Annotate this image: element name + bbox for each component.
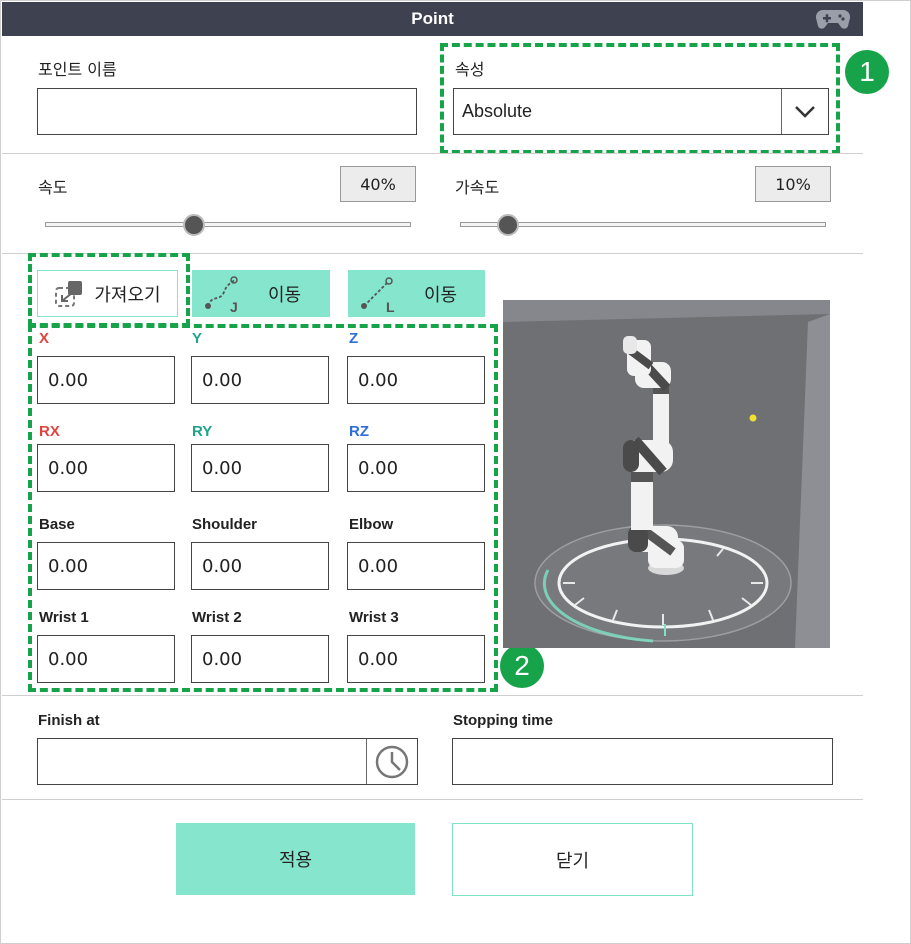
speed-slider-thumb[interactable] — [183, 214, 205, 236]
title-bar: Point — [2, 2, 863, 36]
dialog-title: Point — [411, 9, 454, 28]
callout-box-fetch — [28, 253, 190, 327]
gamepad-icon[interactable] — [815, 7, 851, 31]
divider — [2, 799, 863, 800]
linear-move-icon: L — [361, 276, 395, 314]
finish-at-input[interactable] — [37, 738, 418, 785]
joint-move-icon: J — [205, 275, 238, 314]
callout-box-2 — [28, 324, 498, 692]
accel-label: 가속도 — [455, 178, 500, 197]
move-j-label: 이동 — [268, 284, 302, 306]
callout-box-1 — [440, 43, 840, 154]
divider — [2, 153, 863, 154]
divider — [2, 695, 863, 696]
speed-label: 속도 — [38, 178, 68, 197]
l-glyph: L — [386, 299, 395, 314]
speed-slider-track[interactable] — [45, 222, 411, 227]
stopping-time-label: Stopping time — [453, 712, 553, 729]
j-glyph: J — [230, 299, 238, 314]
move-j-button[interactable]: J 이동 — [192, 270, 330, 317]
apply-button[interactable]: 적용 — [176, 823, 415, 895]
callout-badge-1: 1 — [845, 50, 889, 94]
accel-slider-thumb[interactable] — [497, 214, 519, 236]
close-button[interactable]: 닫기 — [452, 823, 693, 896]
move-l-button[interactable]: L 이동 — [348, 270, 485, 317]
clock-icon[interactable] — [366, 739, 417, 784]
point-name-input[interactable] — [37, 88, 417, 135]
stopping-time-input[interactable] — [452, 738, 833, 785]
finish-at-label: Finish at — [38, 712, 100, 729]
robot-3d-view[interactable] — [503, 300, 830, 648]
callout-badge-2: 2 — [500, 644, 544, 688]
accel-value: 10% — [755, 166, 831, 202]
move-l-label: 이동 — [424, 284, 458, 306]
point-name-label: 포인트 이름 — [38, 60, 117, 79]
speed-value: 40% — [340, 166, 416, 202]
